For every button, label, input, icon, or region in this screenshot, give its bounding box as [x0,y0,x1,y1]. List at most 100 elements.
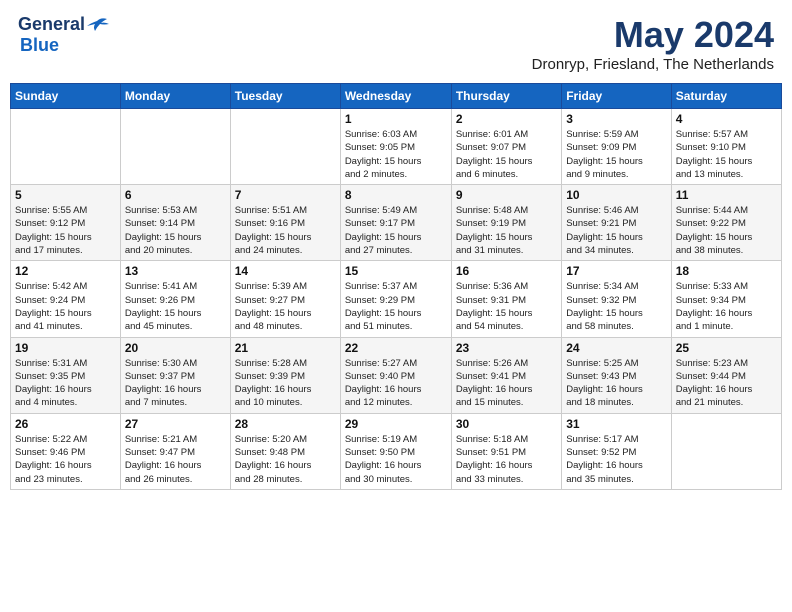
calendar-cell: 14 Sunrise: 5:39 AM Sunset: 9:27 PM Dayli… [230,261,340,337]
day-info: Sunrise: 5:48 AM Sunset: 9:19 PM Dayligh… [456,204,557,257]
logo-text-general: General [18,14,85,35]
calendar-cell: 17 Sunrise: 5:34 AM Sunset: 9:32 PM Dayli… [562,261,671,337]
calendar-cell [11,109,121,185]
day-number: 7 [235,188,336,202]
day-number: 16 [456,264,557,278]
day-number: 30 [456,417,557,431]
weekday-header-cell: Friday [562,84,671,109]
calendar-week-row: 12Sunrise: 5:42 AM Sunset: 9:24 PM Dayli… [11,261,782,337]
calendar-cell: 9 Sunrise: 5:48 AM Sunset: 9:19 PM Daylig… [451,185,561,261]
weekday-header-cell: Sunday [11,84,121,109]
day-info: Sunrise: 5:34 AM Sunset: 9:32 PM Dayligh… [566,280,666,333]
weekday-header-cell: Tuesday [230,84,340,109]
day-info: Sunrise: 5:44 AM Sunset: 9:22 PM Dayligh… [676,204,777,257]
calendar-cell: 3 Sunrise: 5:59 AM Sunset: 9:09 PM Daylig… [562,109,671,185]
calendar-cell: 7 Sunrise: 5:51 AM Sunset: 9:16 PM Daylig… [230,185,340,261]
calendar-cell: 23 Sunrise: 5:26 AM Sunset: 9:41 PM Dayli… [451,337,561,413]
calendar-week-row: 1 Sunrise: 6:03 AM Sunset: 9:05 PM Daylig… [11,109,782,185]
day-number: 14 [235,264,336,278]
day-info: Sunrise: 5:20 AM Sunset: 9:48 PM Dayligh… [235,433,336,486]
weekday-header-cell: Thursday [451,84,561,109]
logo-bird-icon [87,17,109,33]
calendar-cell: 15Sunrise: 5:37 AM Sunset: 9:29 PM Dayli… [340,261,451,337]
calendar-cell: 20Sunrise: 5:30 AM Sunset: 9:37 PM Dayli… [120,337,230,413]
day-info: Sunrise: 5:59 AM Sunset: 9:09 PM Dayligh… [566,128,666,181]
day-number: 8 [345,188,447,202]
calendar-week-row: 5 Sunrise: 5:55 AM Sunset: 9:12 PM Daylig… [11,185,782,261]
day-number: 23 [456,341,557,355]
calendar-table: SundayMondayTuesdayWednesdayThursdayFrid… [10,83,782,490]
calendar-cell: 28 Sunrise: 5:20 AM Sunset: 9:48 PM Dayli… [230,413,340,489]
calendar-cell: 18 Sunrise: 5:33 AM Sunset: 9:34 PM Dayli… [671,261,781,337]
day-number: 9 [456,188,557,202]
day-number: 18 [676,264,777,278]
day-info: Sunrise: 6:03 AM Sunset: 9:05 PM Dayligh… [345,128,447,181]
day-number: 27 [125,417,226,431]
day-number: 4 [676,112,777,126]
day-info: Sunrise: 5:31 AM Sunset: 9:35 PM Dayligh… [15,357,116,410]
weekday-header-cell: Saturday [671,84,781,109]
calendar-cell [120,109,230,185]
calendar-cell: 12Sunrise: 5:42 AM Sunset: 9:24 PM Dayli… [11,261,121,337]
calendar-cell: 16 Sunrise: 5:36 AM Sunset: 9:31 PM Dayli… [451,261,561,337]
day-number: 21 [235,341,336,355]
calendar-week-row: 19 Sunrise: 5:31 AM Sunset: 9:35 PM Dayli… [11,337,782,413]
calendar-cell: 31 Sunrise: 5:17 AM Sunset: 9:52 PM Dayli… [562,413,671,489]
day-info: Sunrise: 5:28 AM Sunset: 9:39 PM Dayligh… [235,357,336,410]
calendar-cell: 30 Sunrise: 5:18 AM Sunset: 9:51 PM Dayli… [451,413,561,489]
day-number: 11 [676,188,777,202]
day-info: Sunrise: 5:21 AM Sunset: 9:47 PM Dayligh… [125,433,226,486]
day-info: Sunrise: 5:33 AM Sunset: 9:34 PM Dayligh… [676,280,777,333]
day-info: Sunrise: 5:55 AM Sunset: 9:12 PM Dayligh… [15,204,116,257]
calendar-cell: 25 Sunrise: 5:23 AM Sunset: 9:44 PM Dayli… [671,337,781,413]
day-info: Sunrise: 5:36 AM Sunset: 9:31 PM Dayligh… [456,280,557,333]
day-info: Sunrise: 5:42 AM Sunset: 9:24 PM Dayligh… [15,280,116,333]
calendar-cell: 21 Sunrise: 5:28 AM Sunset: 9:39 PM Dayli… [230,337,340,413]
day-info: Sunrise: 5:39 AM Sunset: 9:27 PM Dayligh… [235,280,336,333]
calendar-cell: 27 Sunrise: 5:21 AM Sunset: 9:47 PM Dayli… [120,413,230,489]
day-info: Sunrise: 5:22 AM Sunset: 9:46 PM Dayligh… [15,433,116,486]
day-number: 1 [345,112,447,126]
day-number: 13 [125,264,226,278]
calendar-cell: 1 Sunrise: 6:03 AM Sunset: 9:05 PM Daylig… [340,109,451,185]
day-number: 22 [345,341,447,355]
calendar-cell: 13Sunrise: 5:41 AM Sunset: 9:26 PM Dayli… [120,261,230,337]
day-info: Sunrise: 5:25 AM Sunset: 9:43 PM Dayligh… [566,357,666,410]
day-number: 24 [566,341,666,355]
day-info: Sunrise: 5:53 AM Sunset: 9:14 PM Dayligh… [125,204,226,257]
day-number: 3 [566,112,666,126]
logo: General Blue [18,14,109,56]
calendar-cell: 19 Sunrise: 5:31 AM Sunset: 9:35 PM Dayli… [11,337,121,413]
weekday-header-cell: Monday [120,84,230,109]
location-subtitle: Dronryp, Friesland, The Netherlands [532,56,774,73]
day-info: Sunrise: 5:17 AM Sunset: 9:52 PM Dayligh… [566,433,666,486]
calendar-cell: 22Sunrise: 5:27 AM Sunset: 9:40 PM Dayli… [340,337,451,413]
day-number: 19 [15,341,116,355]
day-number: 2 [456,112,557,126]
day-info: Sunrise: 5:26 AM Sunset: 9:41 PM Dayligh… [456,357,557,410]
day-number: 17 [566,264,666,278]
day-number: 25 [676,341,777,355]
logo-text-blue: Blue [20,35,59,56]
day-info: Sunrise: 5:23 AM Sunset: 9:44 PM Dayligh… [676,357,777,410]
weekday-header-cell: Wednesday [340,84,451,109]
day-info: Sunrise: 5:51 AM Sunset: 9:16 PM Dayligh… [235,204,336,257]
day-number: 5 [15,188,116,202]
day-number: 29 [345,417,447,431]
day-number: 15 [345,264,447,278]
calendar-cell: 2 Sunrise: 6:01 AM Sunset: 9:07 PM Daylig… [451,109,561,185]
day-info: Sunrise: 5:19 AM Sunset: 9:50 PM Dayligh… [345,433,447,486]
calendar-cell: 5 Sunrise: 5:55 AM Sunset: 9:12 PM Daylig… [11,185,121,261]
day-number: 28 [235,417,336,431]
calendar-cell: 11 Sunrise: 5:44 AM Sunset: 9:22 PM Dayli… [671,185,781,261]
page-header: General Blue May 2024 Dronryp, Friesland… [10,10,782,77]
day-number: 31 [566,417,666,431]
day-number: 20 [125,341,226,355]
calendar-cell: 26Sunrise: 5:22 AM Sunset: 9:46 PM Dayli… [11,413,121,489]
day-info: Sunrise: 5:18 AM Sunset: 9:51 PM Dayligh… [456,433,557,486]
calendar-cell: 4Sunrise: 5:57 AM Sunset: 9:10 PM Daylig… [671,109,781,185]
title-area: May 2024 Dronryp, Friesland, The Netherl… [532,14,774,73]
day-number: 6 [125,188,226,202]
calendar-cell [230,109,340,185]
day-info: Sunrise: 6:01 AM Sunset: 9:07 PM Dayligh… [456,128,557,181]
